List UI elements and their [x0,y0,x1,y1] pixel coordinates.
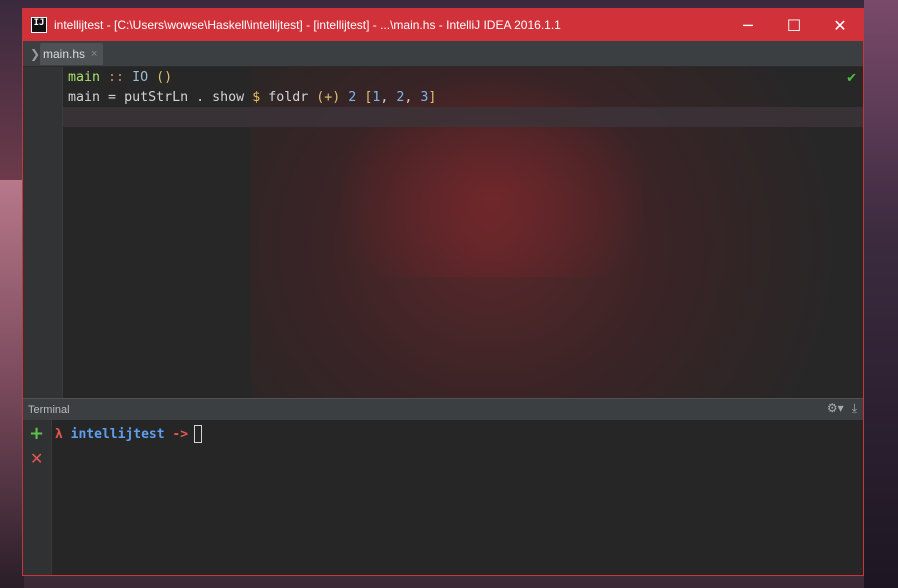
terminal-title: Terminal [28,403,70,416]
ide-window: IJ intellijtest - [C:\Users\wowse\Haskel… [22,8,864,576]
code-line[interactable]: main :: IO () [68,68,436,88]
minimize-button[interactable]: ─ [725,9,771,41]
code-token: (+) [316,90,341,105]
intellij-app-icon: IJ [31,17,47,33]
terminal-sidebar: + ✕ [23,420,52,575]
tab-main-hs[interactable]: main.hs × [40,42,104,65]
code-token: foldr [260,90,317,105]
prompt-arrow: -> [172,426,189,442]
code-content[interactable]: main :: IO () main = putStrLn . show $ fo… [68,68,436,108]
code-token: $ [252,90,261,105]
editor-gutter[interactable] [23,67,63,398]
tab-scroll-chevron-icon[interactable]: ❯ [30,47,40,61]
minimize-icon: ─ [743,15,753,35]
editor-tab-bar: ❯ main.hs × [23,41,863,67]
terminal-prompt[interactable]: λ intellijtest -> [55,425,203,443]
prompt-lambda: λ [55,426,63,442]
maximize-button[interactable]: ☐ [771,9,817,41]
code-editor[interactable]: main :: IO () main = putStrLn . show $ fo… [23,67,863,398]
desktop-background-right [864,0,898,588]
code-token: main [68,90,101,105]
desktop-background-left [0,180,24,588]
prompt-space-2 [165,427,173,442]
code-token: IO [132,70,149,85]
tab-label: main.hs [43,46,86,61]
code-token: = [108,90,117,105]
title-bar[interactable]: IJ intellijtest - [C:\Users\wowse\Haskel… [23,9,863,41]
inspection-ok-icon[interactable]: ✔ [846,71,857,86]
tab-close-icon[interactable]: × [91,48,97,60]
terminal-header: Terminal ⚙▾ ⤓ [23,398,863,420]
code-line[interactable]: main = putStrLn . show $ foldr (+) 2 [1,… [68,88,436,108]
prompt-project: intellijtest [70,426,165,442]
close-button[interactable]: ✕ [817,9,863,41]
code-token: , [404,90,421,105]
code-token: ] [428,90,437,105]
terminal-cursor [194,425,203,443]
current-line-highlight [23,107,863,127]
terminal-panel[interactable]: + ✕ λ intellijtest -> [23,420,863,575]
new-session-plus-icon[interactable]: + [29,423,44,444]
maximize-icon: ☐ [786,15,802,35]
terminal-tools: ⚙▾ ⤓ [827,401,857,416]
code-token: , [380,90,397,105]
code-token: . [196,90,205,105]
window-controls: ─ ☐ ✕ [725,9,863,41]
code-token: main [68,70,101,85]
code-token: show [204,90,253,105]
close-icon: ✕ [833,15,847,35]
hide-panel-icon[interactable]: ⤓ [852,401,857,416]
code-token: :: [108,70,125,85]
window-title: intellijtest - [C:\Users\wowse\Haskell\i… [54,18,561,32]
code-token: () [156,70,173,85]
close-session-icon[interactable]: ✕ [30,449,43,468]
settings-gear-icon[interactable]: ⚙▾ [827,401,844,416]
code-token: putStrLn [116,90,197,105]
